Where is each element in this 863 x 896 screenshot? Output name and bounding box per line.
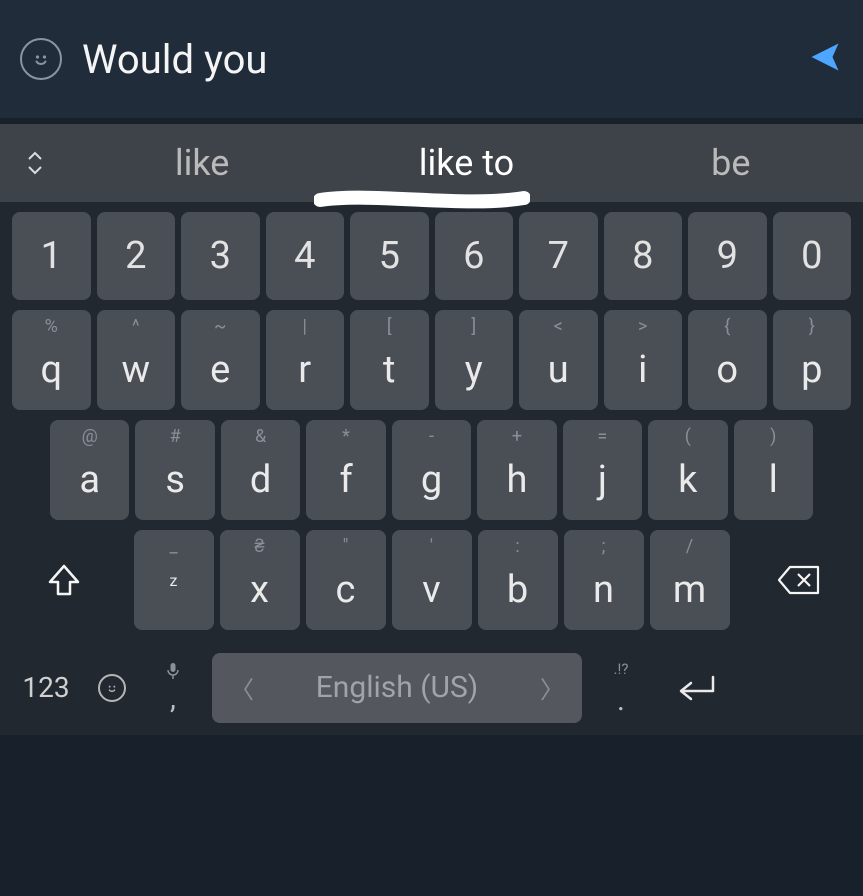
keyboard-row-bottom: 123 , 〈 English (US) 〉 .!? . — [0, 640, 863, 735]
send-button[interactable] — [807, 39, 843, 79]
period-alt: .!? — [614, 660, 629, 678]
key-alt: { — [724, 316, 730, 337]
shift-key[interactable] — [14, 530, 114, 630]
period-key[interactable]: .!? . — [596, 660, 646, 716]
key-alt: } — [809, 316, 815, 337]
key-g[interactable]: -g — [392, 420, 471, 520]
key-y[interactable]: ]y — [435, 310, 514, 410]
key-alt: _ — [169, 536, 177, 557]
key-m[interactable]: /m — [650, 530, 730, 630]
key-c[interactable]: "c — [306, 530, 386, 630]
key-a[interactable]: @a — [50, 420, 129, 520]
key-alt: + — [512, 426, 522, 447]
lang-prev-icon: 〈 — [230, 670, 254, 705]
key-z[interactable]: _z — [134, 530, 214, 630]
key-alt: / — [686, 536, 693, 557]
key-alt: ^ — [132, 316, 140, 337]
comma-key[interactable]: , — [148, 662, 198, 714]
backspace-key[interactable] — [749, 530, 849, 630]
key-w[interactable]: ^w — [97, 310, 176, 410]
message-input[interactable]: Would you — [82, 36, 787, 83]
key-j[interactable]: =j — [563, 420, 642, 520]
key-4[interactable]: 4 — [266, 212, 345, 300]
key-alt: ₴ — [254, 536, 264, 557]
key-9[interactable]: 9 — [688, 212, 767, 300]
suggestion-center[interactable]: like to — [334, 124, 598, 202]
spacebar[interactable]: 〈 English (US) 〉 — [212, 653, 582, 723]
key-alt: ] — [471, 316, 476, 337]
key-d[interactable]: &d — [221, 420, 300, 520]
emoji-key[interactable] — [90, 674, 134, 702]
key-x[interactable]: ₴x — [220, 530, 300, 630]
key-alt: & — [255, 426, 266, 447]
suggestion-bar: like like to be — [0, 124, 863, 202]
key-alt: @ — [82, 426, 98, 447]
key-8[interactable]: 8 — [604, 212, 683, 300]
key-l[interactable]: )l — [734, 420, 813, 520]
key-alt: - — [429, 426, 434, 447]
message-input-bar: Would you — [0, 0, 863, 118]
enter-key[interactable] — [660, 673, 730, 703]
key-alt: > — [638, 316, 647, 337]
period-label: . — [617, 686, 625, 716]
key-f[interactable]: *f — [306, 420, 385, 520]
key-7[interactable]: 7 — [519, 212, 598, 300]
key-alt: ( — [685, 426, 691, 447]
key-e[interactable]: ~e — [181, 310, 260, 410]
key-i[interactable]: >i — [604, 310, 683, 410]
key-t[interactable]: [t — [350, 310, 429, 410]
keyboard: 1 2 3 4 5 6 7 8 9 0 %q ^w ~e |r [t ]y <u… — [0, 202, 863, 735]
key-alt: < — [554, 316, 563, 337]
key-v[interactable]: 'v — [392, 530, 472, 630]
key-alt: [ — [387, 316, 392, 337]
key-5[interactable]: 5 — [350, 212, 429, 300]
key-u[interactable]: <u — [519, 310, 598, 410]
key-p[interactable]: }p — [773, 310, 852, 410]
key-b[interactable]: :b — [478, 530, 558, 630]
key-q[interactable]: %q — [12, 310, 91, 410]
key-alt: ' — [430, 536, 433, 557]
keyboard-row-3: _z ₴x "c 'v :b ;n /m — [0, 530, 863, 630]
key-r[interactable]: |r — [266, 310, 345, 410]
emoji-icon[interactable] — [20, 38, 62, 80]
key-alt: = — [597, 426, 607, 447]
key-h[interactable]: +h — [477, 420, 556, 520]
comma-label: , — [170, 684, 176, 714]
expand-suggestions-icon[interactable] — [0, 124, 70, 202]
key-k[interactable]: (k — [648, 420, 727, 520]
suggestion-left[interactable]: like — [70, 124, 334, 202]
key-alt: : — [515, 536, 519, 557]
key-2[interactable]: 2 — [97, 212, 176, 300]
key-0[interactable]: 0 — [773, 212, 852, 300]
key-alt: ~ — [214, 316, 226, 337]
key-1[interactable]: 1 — [12, 212, 91, 300]
key-alt: * — [342, 426, 350, 447]
key-6[interactable]: 6 — [435, 212, 514, 300]
key-alt: ; — [602, 536, 606, 557]
key-alt: % — [45, 316, 58, 337]
keyboard-row-1: %q ^w ~e |r [t ]y <u >i {o }p — [0, 310, 863, 410]
key-alt: # — [170, 426, 181, 447]
keyboard-row-2: @a #s &d *f -g +h =j (k )l — [0, 420, 863, 520]
key-s[interactable]: #s — [135, 420, 214, 520]
key-alt: " — [343, 536, 349, 557]
key-n[interactable]: ;n — [564, 530, 644, 630]
key-o[interactable]: {o — [688, 310, 767, 410]
spacebar-label: English (US) — [316, 670, 478, 705]
key-alt: | — [303, 316, 307, 337]
lang-next-icon: 〉 — [540, 670, 564, 705]
key-3[interactable]: 3 — [181, 212, 260, 300]
key-alt: ) — [770, 426, 776, 447]
symbols-key[interactable]: 123 — [16, 671, 76, 704]
keyboard-row-numbers: 1 2 3 4 5 6 7 8 9 0 — [0, 212, 863, 300]
suggestion-right[interactable]: be — [599, 124, 863, 202]
